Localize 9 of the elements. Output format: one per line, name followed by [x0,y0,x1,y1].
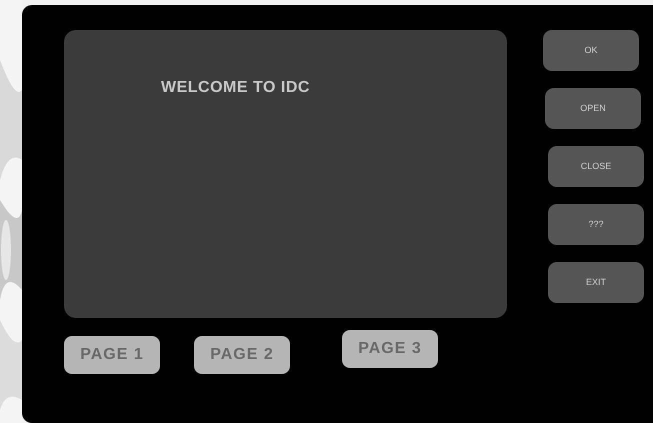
page-button[interactable]: PAGE 3 [342,330,438,368]
side-button[interactable]: CLOSE [548,146,644,187]
side-button[interactable]: ??? [548,204,644,245]
page-button[interactable]: PAGE 2 [194,336,290,374]
side-button[interactable]: OK [543,30,639,71]
side-button[interactable]: EXIT [548,262,644,303]
welcome-message: WELCOME TO IDC [161,79,310,96]
page-button[interactable]: PAGE 1 [64,336,160,374]
side-button[interactable]: OPEN [545,88,641,129]
